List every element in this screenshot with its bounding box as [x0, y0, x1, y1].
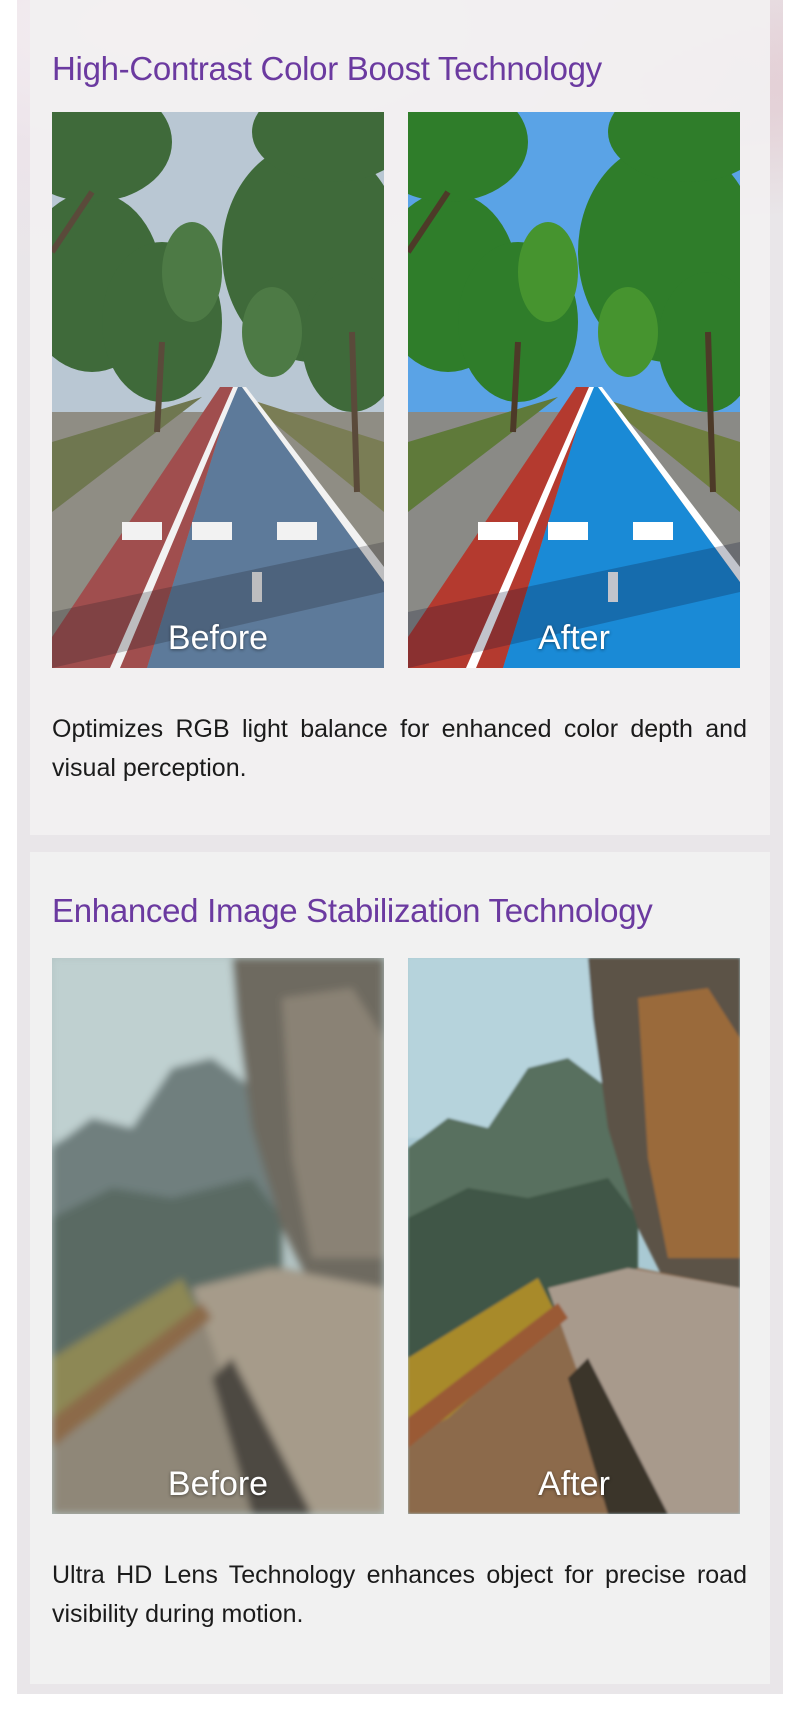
after-photo: After	[408, 112, 740, 668]
product-feature-page: High-Contrast Color Boost Technology Bef…	[17, 0, 783, 1694]
feature-image-stabilization: Enhanced Image Stabilization Technology	[30, 852, 770, 1684]
mountain-road-after-image	[408, 958, 740, 1514]
section-description: Ultra HD Lens Technology enhances object…	[52, 1561, 747, 1628]
mountain-road-before-image	[52, 958, 384, 1514]
feature-color-boost: High-Contrast Color Boost Technology Bef…	[30, 0, 770, 835]
section-title: High-Contrast Color Boost Technology	[52, 50, 602, 87]
after-label: After	[538, 619, 610, 657]
before-photo: Before	[52, 958, 384, 1514]
before-photo: Before	[52, 112, 384, 668]
before-label: Before	[167, 619, 269, 657]
bike-lane-after-image	[408, 112, 740, 668]
after-photo: After	[408, 958, 740, 1514]
bike-lane-before-image	[52, 112, 384, 668]
before-label: Before	[167, 1465, 269, 1503]
after-label: After	[538, 1465, 610, 1503]
section-description: Optimizes RGB light balance for enhanced…	[52, 715, 747, 782]
section-title: Enhanced Image Stabilization Technology	[52, 892, 653, 929]
